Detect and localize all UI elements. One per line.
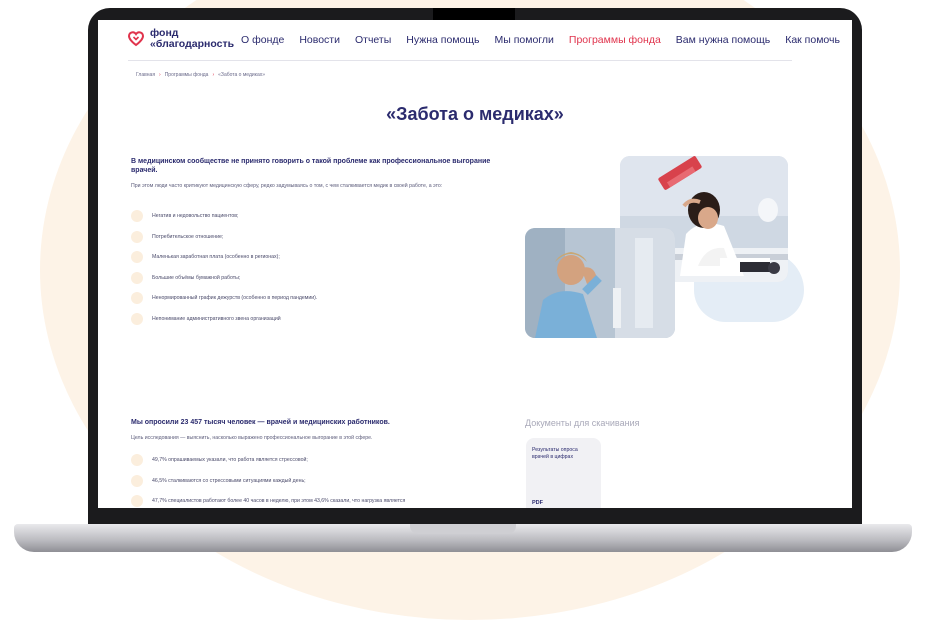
breadcrumb-programs[interactable]: Программы фонда	[165, 72, 209, 78]
bullet-dot-icon	[131, 474, 143, 487]
list-item: 46,5% сталкиваются со стрессовыми ситуац…	[131, 471, 405, 492]
document-card[interactable]: Результаты опроса врачей в цифрах PDF	[526, 438, 601, 508]
document-card-title: Результаты опроса врачей в цифрах	[532, 447, 578, 460]
section1-bullet-list: Негатив и недовольство пациентов; Потреб…	[131, 206, 317, 329]
breadcrumb-current: «Забота о медиках»	[218, 72, 266, 78]
header-divider	[128, 60, 792, 61]
section2-intro: Цель исследования — выяснить, насколько …	[131, 435, 373, 441]
documents-title: Документы для скачивания	[525, 418, 640, 428]
main-nav: О фонде Новости Отчеты Нужна помощь Мы п…	[241, 34, 852, 46]
page-title: «Забота о медиках»	[386, 104, 564, 124]
nav-reports[interactable]: Отчеты	[355, 34, 391, 46]
tired-nurse-illustration	[525, 228, 675, 338]
nav-about[interactable]: О фонде	[241, 34, 284, 46]
chevron-right-icon: ›	[212, 72, 215, 78]
list-item: Непонимание административного звена орга…	[131, 309, 317, 330]
bullet-dot-icon	[131, 292, 143, 305]
list-item: Ненормированный график дежурств (особенн…	[131, 288, 317, 309]
list-item: Маленькая заработная плата (особенно в р…	[131, 247, 317, 268]
list-item: Большие объёмы бумажной работы;	[131, 268, 317, 289]
bullet-dot-icon	[131, 495, 143, 508]
heart-logo-icon	[128, 31, 144, 47]
website-screen: фонд «благодарность О фонде Новости Отче…	[98, 20, 852, 508]
section2-heading: Мы опросили 23 457 тысяч человек — враче…	[131, 419, 390, 426]
logo-line-2: «благодарность	[150, 38, 235, 50]
bullet-dot-icon	[131, 230, 143, 243]
bullet-dot-icon	[131, 271, 143, 284]
nav-news[interactable]: Новости	[299, 34, 340, 46]
nav-how-to-help[interactable]: Как помочь	[785, 34, 840, 46]
nav-need-help[interactable]: Нужна помощь	[406, 34, 479, 46]
list-item: 49,7% опрашиваемых указали, что работа я…	[131, 450, 405, 471]
site-header: фонд «благодарность О фонде Новости Отче…	[98, 20, 852, 62]
bullet-dot-icon	[131, 454, 143, 467]
nav-you-need-help[interactable]: Вам нужна помощь	[676, 34, 770, 46]
site-logo[interactable]: фонд «благодарность	[128, 28, 234, 50]
document-card-type: PDF	[532, 500, 543, 506]
list-item: Негатив и недовольство пациентов;	[131, 206, 317, 227]
breadcrumb: Главная › Программы фонда › «Забота о ме…	[136, 72, 265, 78]
nav-programs[interactable]: Программы фонда	[569, 34, 661, 46]
nav-we-helped[interactable]: Мы помогли	[495, 34, 554, 46]
laptop-base-slot	[410, 524, 516, 534]
breadcrumb-home[interactable]: Главная	[136, 72, 155, 78]
tired-nurse-photo	[525, 228, 675, 338]
section2-bullet-list: 49,7% опрашиваемых указали, что работа я…	[131, 450, 405, 508]
list-item: Потребительское отношение;	[131, 227, 317, 248]
section1-intro: При этом люди часто критикуют медицинску…	[131, 183, 443, 189]
list-item: 47,7% специалистов работают более 40 час…	[131, 491, 405, 508]
bullet-dot-icon	[131, 312, 143, 325]
section1-heading: В медицинском сообществе не принято гово…	[131, 158, 491, 174]
chevron-right-icon: ›	[159, 72, 161, 78]
bullet-dot-icon	[131, 210, 143, 223]
bullet-dot-icon	[131, 251, 143, 264]
logo-text: фонд «благодарность	[150, 28, 234, 50]
